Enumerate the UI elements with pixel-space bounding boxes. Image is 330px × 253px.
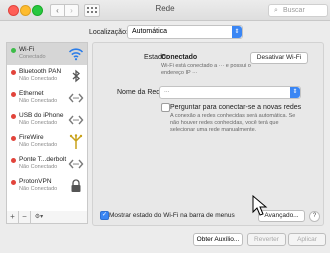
status-dot (11, 158, 16, 163)
status-description: Wi-Fi está conectado a ··· e possui o en… (161, 63, 251, 76)
service-status: Não Conectado (19, 98, 58, 104)
sidebar-item-bluetooth-pan[interactable]: Bluetooth PAN Não Conectado (7, 65, 87, 87)
status-dot (11, 180, 16, 185)
services-list: Wi-Fi Conectado Bluetooth PAN Não Conect… (6, 42, 88, 213)
status-dot (11, 92, 16, 97)
wifi-icon (68, 46, 84, 62)
service-status: Não Conectado (19, 164, 58, 170)
service-status: Não Conectado (19, 142, 58, 148)
show-wifi-status-checkbox[interactable]: ✓ (100, 211, 109, 220)
sidebar-item-wifi[interactable]: Wi-Fi Conectado (7, 43, 87, 65)
sidebar-item-ethernet[interactable]: Ethernet Não Conectado (7, 87, 87, 109)
mouse-cursor-icon (252, 195, 268, 216)
ethernet-icon (68, 90, 84, 106)
ask-to-join-label: Perguntar para conectar-se a novas redes (170, 104, 302, 111)
service-name: Wi-Fi (19, 46, 35, 53)
service-status: Não Conectado (19, 186, 58, 192)
status-value: Conectado (161, 54, 198, 61)
network-preferences-window: ‹ › Rede ⌕ Buscar Localização: Automátic… (0, 0, 330, 253)
sidebar-item-usb-iphone[interactable]: USB do iPhone Não Conectado (7, 109, 87, 131)
chevron-updown-icon: ⇕ (232, 26, 242, 38)
service-name: FireWire (19, 134, 44, 141)
ask-to-join-checkbox[interactable] (161, 103, 170, 112)
service-name: Bluetooth PAN (19, 68, 62, 75)
network-name-value: ··· (164, 89, 170, 95)
service-name: Ethernet (19, 90, 44, 97)
vpn-lock-icon (68, 178, 84, 194)
services-list-toolbar: + − ⚙▾ (6, 211, 88, 224)
sidebar-item-thunderbolt-bridge[interactable]: Ponte T...derbolt Não Conectado (7, 153, 87, 175)
revert-button[interactable]: Reverter (247, 233, 286, 246)
sidebar-item-firewire[interactable]: FireWire Não Conectado (7, 131, 87, 153)
sidebar-item-protonvpn[interactable]: ProtonVPN Não Conectado (7, 175, 87, 197)
apply-button[interactable]: Aplicar (288, 233, 326, 246)
show-wifi-status-label: Mostrar estado do Wi-Fi na barra de menu… (109, 212, 235, 219)
service-name: ProtonVPN (19, 178, 52, 185)
service-status: Conectado (19, 54, 46, 60)
status-dot (11, 70, 16, 75)
status-dot (11, 114, 16, 119)
chevron-updown-icon: ⇕ (290, 87, 300, 98)
location-label: Localização: (89, 29, 128, 36)
status-dot (11, 48, 16, 53)
remove-service-button[interactable]: − (19, 211, 31, 223)
thunderbolt-bridge-icon (68, 156, 84, 172)
service-name: USB do iPhone (19, 112, 64, 119)
firewire-icon (68, 134, 84, 150)
search-placeholder: Buscar (283, 7, 305, 14)
search-icon: ⌕ (274, 7, 278, 14)
iphone-icon (68, 112, 84, 128)
network-name-select[interactable]: ··· ⇕ (159, 86, 301, 99)
assist-me-button[interactable]: Obter Auxílio... (193, 233, 243, 246)
disable-wifi-button[interactable]: Desativar Wi-Fi (250, 52, 308, 64)
add-service-button[interactable]: + (7, 211, 19, 223)
title-bar: ‹ › Rede ⌕ Buscar (0, 0, 330, 21)
status-dot (11, 136, 16, 141)
location-select[interactable]: Automática ⇕ (127, 25, 243, 39)
ask-to-join-description: A conexão a redes conhecidas será automá… (170, 113, 296, 133)
location-value: Automática (132, 28, 168, 35)
bluetooth-icon (68, 68, 84, 84)
service-status: Não Conectado (19, 76, 58, 82)
service-actions-gear-icon[interactable]: ⚙▾ (32, 211, 46, 223)
search-input[interactable]: ⌕ Buscar (268, 4, 328, 17)
help-button[interactable]: ? (309, 211, 320, 222)
service-status: Não Conectado (19, 120, 58, 126)
service-name: Ponte T...derbolt (19, 156, 67, 163)
